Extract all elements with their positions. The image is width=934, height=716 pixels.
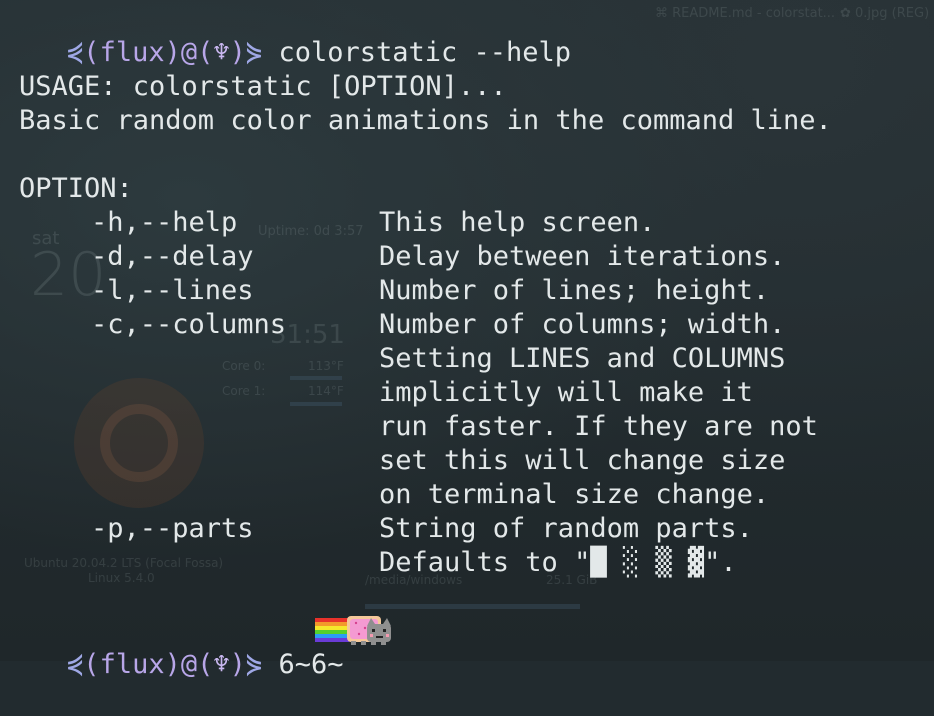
option-desc-columns-1: Number of columns; width. (379, 309, 786, 340)
prompt-suffix: 6~6~ (278, 649, 344, 680)
trident-icon: ♆ (213, 649, 230, 680)
options-header: OPTION: (19, 173, 133, 204)
option-desc-columns-3: implicitly will make it (379, 377, 753, 408)
nyan-cat-icon (315, 616, 391, 645)
prompt-at: @ (180, 37, 198, 68)
prompt-at: @ (180, 649, 198, 680)
prompt-line: ⋞(flux)@(♆)⋟ colorstatic --help (2, 2, 571, 68)
prompt-left-arrow: ⋞ (67, 649, 84, 680)
prompt-user: flux (99, 37, 165, 68)
command-text: colorstatic --help (278, 37, 572, 68)
prompt-host-open: ( (197, 37, 214, 68)
usage-line: USAGE: colorstatic [OPTION]... (19, 71, 507, 102)
option-desc-help: This help screen. (379, 207, 656, 238)
prompt-host-open: ( (197, 649, 214, 680)
prompt-close-paren: ) (164, 37, 181, 68)
prompt-user: flux (99, 649, 165, 680)
trident-icon: ♆ (213, 37, 230, 68)
prompt-open-paren: ( (83, 649, 100, 680)
prompt-host-close: ) (229, 649, 246, 680)
prompt-left-arrow: ⋞ (67, 37, 84, 68)
option-desc-columns-4: run faster. If they are not (379, 411, 818, 442)
option-desc-parts-1: String of random parts. (379, 513, 753, 544)
prompt-right-arrow: ⋟ (245, 649, 263, 680)
description-line: Basic random color animations in the com… (19, 105, 832, 136)
option-desc-columns-6: on terminal size change. (379, 479, 770, 510)
option-flag-delay: -d,--delay (91, 241, 254, 272)
option-flag-columns: -c,--columns (91, 309, 287, 340)
option-desc-columns-2: Setting LINES and COLUMNS (379, 343, 786, 374)
prompt-host-close: ) (229, 37, 246, 68)
option-flag-parts: -p,--parts (91, 513, 254, 544)
prompt-open-paren: ( (83, 37, 100, 68)
option-desc-lines: Number of lines; height. (379, 275, 770, 306)
terminal-window[interactable]: ⋞(flux)@(♆)⋟ colorstatic --help USAGE: c… (0, 0, 934, 680)
option-desc-columns-5: set this will change size (379, 445, 786, 476)
prompt-close-paren: ) (164, 649, 181, 680)
option-desc-delay: Delay between iterations. (379, 241, 786, 272)
option-flag-help: -h,--help (91, 207, 238, 238)
option-flag-lines: -l,--lines (91, 275, 254, 306)
option-desc-parts-2: Defaults to "█ ░ ▒ ▓". (379, 547, 737, 578)
prompt-right-arrow: ⋟ (245, 37, 263, 68)
prompt-line-2: ⋞(flux)@(♆)⋟ 6~6~ (2, 614, 343, 680)
